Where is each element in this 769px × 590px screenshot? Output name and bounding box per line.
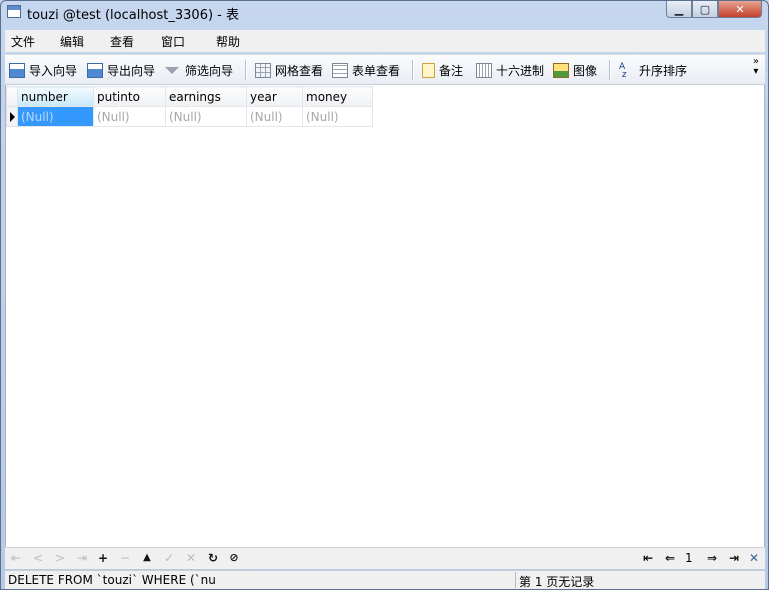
last-record-icon[interactable]: ⇥ xyxy=(75,551,89,565)
status-page-info: 第 1 页无记录 xyxy=(519,575,595,589)
filter-wizard-label: 筛选向导 xyxy=(185,63,234,78)
grid-view-button[interactable]: 网格查看 xyxy=(255,61,323,79)
image-label: 图像 xyxy=(573,63,598,78)
table-row[interactable]: (Null) (Null) (Null) (Null) (Null) xyxy=(6,106,373,127)
close-button[interactable]: ✕ xyxy=(718,1,762,18)
discard-changes-icon[interactable]: ✕ xyxy=(184,551,198,565)
form-icon xyxy=(332,62,348,78)
toolbar: 导入向导 导出向导 筛选向导 网格查看 表单查看 备注 十六进制 图像 A z … xyxy=(5,54,765,85)
status-sql: DELETE FROM `touzi` WHERE (`nu xyxy=(8,573,216,587)
cell-putinto[interactable]: (Null) xyxy=(93,106,166,127)
status-bar: DELETE FROM `touzi` WHERE (`nu 第 1 页无记录 xyxy=(5,570,765,589)
menu-file[interactable]: 文件 xyxy=(11,33,35,50)
title-bar[interactable]: touzi @test (localhost_3306) - 表 ▁ ▢ ✕ xyxy=(1,1,768,25)
export-wizard-label: 导出向导 xyxy=(107,63,156,78)
export-wizard-button[interactable]: 导出向导 xyxy=(87,61,155,79)
image-icon xyxy=(553,62,569,78)
grid-icon xyxy=(255,62,271,78)
form-view-button[interactable]: 表单查看 xyxy=(332,61,400,79)
toolbar-separator xyxy=(245,60,246,80)
toolbar-separator xyxy=(609,60,610,80)
next-record-icon[interactable]: > xyxy=(53,551,67,565)
window-title: touzi @test (localhost_3306) - 表 xyxy=(27,8,239,23)
data-grid[interactable]: number putinto earnings year money (Null… xyxy=(5,85,765,547)
memo-button[interactable]: 备注 xyxy=(422,61,463,79)
first-page-icon[interactable]: ⇤ xyxy=(641,551,655,565)
close-icon: ✕ xyxy=(735,2,745,16)
current-row-arrow-icon xyxy=(10,111,15,122)
column-header-money[interactable]: money xyxy=(302,86,373,107)
export-icon xyxy=(87,62,103,78)
status-divider xyxy=(515,572,516,588)
window-controls: ▁ ▢ ✕ xyxy=(666,1,762,19)
prior-record-icon[interactable]: < xyxy=(31,551,45,565)
sort-ascending-label: 升序排序 xyxy=(639,63,688,78)
header-row: number putinto earnings year money xyxy=(6,86,373,107)
toolbar-overflow-button[interactable]: » ▾ xyxy=(753,57,759,77)
grid-view-label: 网格查看 xyxy=(275,63,324,78)
memo-icon xyxy=(422,62,435,78)
refresh-icon[interactable]: ↻ xyxy=(206,551,220,565)
toolbar-separator xyxy=(412,60,413,80)
last-page-icon[interactable]: ⇥ xyxy=(727,551,741,565)
filter-icon xyxy=(165,66,179,74)
apply-changes-icon[interactable]: ✓ xyxy=(162,551,176,565)
table-grid: number putinto earnings year money (Null… xyxy=(6,86,373,127)
column-header-putinto[interactable]: putinto xyxy=(93,86,166,107)
hex-button[interactable]: 十六进制 xyxy=(476,61,544,79)
image-button[interactable]: 图像 xyxy=(553,61,597,79)
settings-icon[interactable]: ✕ xyxy=(747,551,761,565)
sort-ascending-button[interactable]: A z 升序排序 xyxy=(619,61,687,79)
stop-icon[interactable]: ⊘ xyxy=(227,551,241,565)
cell-earnings[interactable]: (Null) xyxy=(165,106,247,127)
minimize-icon: ▁ xyxy=(674,2,684,16)
import-wizard-button[interactable]: 导入向导 xyxy=(9,61,77,79)
cell-year[interactable]: (Null) xyxy=(246,106,303,127)
column-header-earnings[interactable]: earnings xyxy=(165,86,247,107)
page-number-field[interactable]: 1 xyxy=(685,551,707,567)
memo-label: 备注 xyxy=(439,63,464,78)
menu-bar: 文件 编辑 查看 窗口 帮助 xyxy=(5,30,765,52)
filter-wizard-button[interactable]: 筛选向导 xyxy=(165,61,233,79)
sort-az-icon: A z xyxy=(619,61,627,80)
menu-edit[interactable]: 编辑 xyxy=(60,33,84,50)
edit-record-icon[interactable]: ▲ xyxy=(140,551,154,565)
app-window: touzi @test (localhost_3306) - 表 ▁ ▢ ✕ 文… xyxy=(0,0,769,590)
import-wizard-label: 导入向导 xyxy=(29,63,78,78)
table-icon xyxy=(7,5,21,18)
cell-money[interactable]: (Null) xyxy=(302,106,373,127)
add-record-icon[interactable]: + xyxy=(96,551,110,565)
record-navigation-bar: ⇤ < > ⇥ + − ▲ ✓ ✕ ↻ ⊘ ⇤ ⇐ 1 ⇒ ⇥ ✕ xyxy=(5,547,765,569)
maximize-icon: ▢ xyxy=(699,2,711,16)
form-view-label: 表单查看 xyxy=(352,63,401,78)
cell-number[interactable]: (Null) xyxy=(17,106,94,127)
maximize-button[interactable]: ▢ xyxy=(692,1,718,18)
hex-icon xyxy=(476,62,492,78)
column-header-year[interactable]: year xyxy=(246,86,303,107)
chevron-down-icon: ▾ xyxy=(753,66,759,77)
column-header-number[interactable]: number xyxy=(17,86,94,107)
minimize-button[interactable]: ▁ xyxy=(666,1,692,18)
previous-page-icon[interactable]: ⇐ xyxy=(663,551,677,565)
first-record-icon[interactable]: ⇤ xyxy=(9,551,23,565)
delete-record-icon[interactable]: − xyxy=(118,551,132,565)
hex-label: 十六进制 xyxy=(496,63,545,78)
row-indicator[interactable] xyxy=(6,106,18,127)
menu-view[interactable]: 查看 xyxy=(110,33,134,50)
next-page-icon[interactable]: ⇒ xyxy=(705,551,719,565)
import-icon xyxy=(9,62,25,78)
menu-help[interactable]: 帮助 xyxy=(216,33,240,50)
menu-window[interactable]: 窗口 xyxy=(161,33,185,50)
row-indicator-header xyxy=(6,86,18,107)
